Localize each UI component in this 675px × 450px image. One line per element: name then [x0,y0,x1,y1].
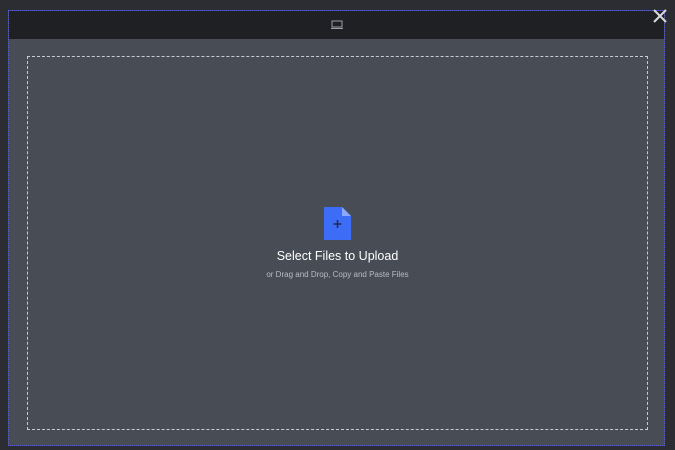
upload-subtitle: or Drag and Drop, Copy and Paste Files [266,270,409,279]
upload-modal: Select Files to Upload or Drag and Drop,… [8,10,665,446]
modal-header [9,11,664,39]
file-add-icon[interactable] [324,207,351,240]
drop-zone[interactable]: Select Files to Upload or Drag and Drop,… [27,56,648,430]
upload-title[interactable]: Select Files to Upload [28,249,647,263]
close-icon[interactable] [652,8,668,24]
device-icon [331,20,343,29]
